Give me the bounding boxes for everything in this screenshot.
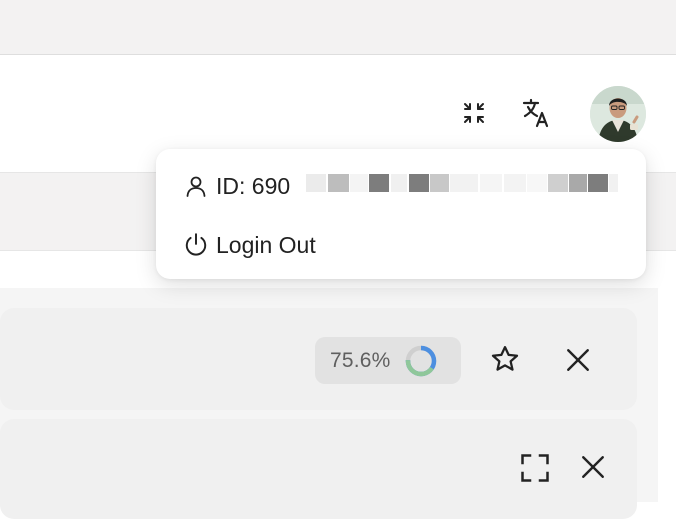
close-icon-2[interactable] <box>578 452 608 482</box>
close-icon[interactable] <box>562 344 594 376</box>
expand-icon[interactable] <box>518 451 552 485</box>
progress-ring <box>405 345 436 376</box>
user-dropdown-menu: ID: 690 Login Out <box>156 149 646 279</box>
logout-label: Login Out <box>216 231 316 258</box>
star-icon[interactable] <box>488 342 522 376</box>
user-icon <box>182 172 210 200</box>
progress-badge[interactable]: 75.6% <box>315 337 461 384</box>
translate-icon[interactable] <box>520 96 554 130</box>
user-id-item[interactable]: ID: 690 <box>182 166 290 206</box>
fullscreen-exit-icon[interactable] <box>460 99 488 127</box>
logout-item[interactable]: Login Out <box>182 225 316 265</box>
user-id-text: ID: 690 <box>216 172 291 199</box>
browser-toolbar <box>0 0 676 55</box>
power-icon <box>182 231 210 259</box>
user-avatar[interactable] <box>590 86 646 142</box>
redacted-id <box>306 174 618 192</box>
progress-text: 75.6% <box>330 348 391 372</box>
